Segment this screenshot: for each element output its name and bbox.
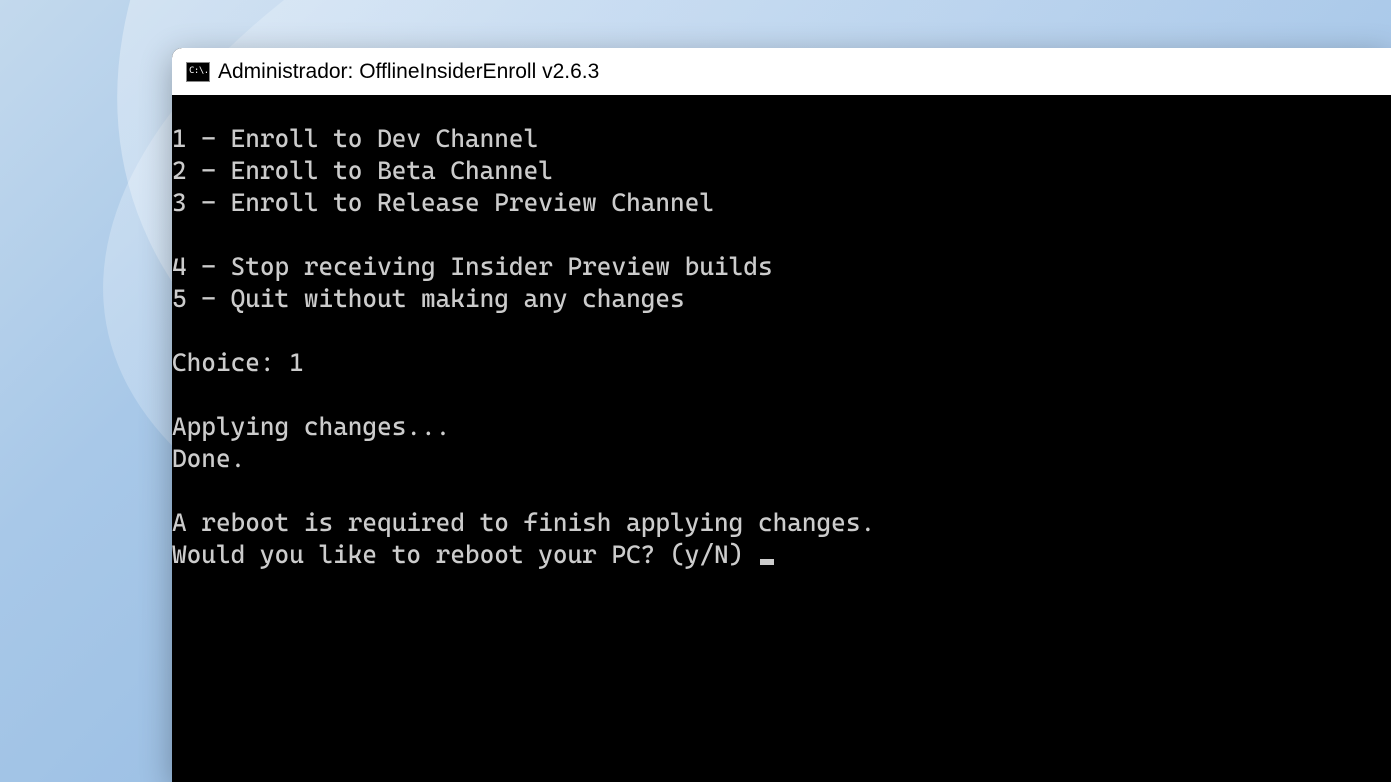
- window-titlebar[interactable]: C:\. Administrador: OfflineInsiderEnroll…: [172, 48, 1391, 95]
- terminal-line: 4 - Stop receiving Insider Preview build…: [172, 252, 773, 281]
- terminal-output[interactable]: 1 - Enroll to Dev Channel 2 - Enroll to …: [172, 95, 1391, 782]
- terminal-line: Applying changes...: [172, 412, 450, 441]
- terminal-line: 5 - Quit without making any changes: [172, 284, 685, 313]
- cursor-icon: [760, 559, 774, 565]
- terminal-line: 3 - Enroll to Release Preview Channel: [172, 188, 714, 217]
- window-title: Administrador: OfflineInsiderEnroll v2.6…: [218, 60, 599, 84]
- terminal-line: A reboot is required to finish applying …: [172, 508, 875, 537]
- cmd-icon: C:\.: [186, 62, 210, 82]
- terminal-line: Choice: 1: [172, 348, 304, 377]
- command-prompt-window: C:\. Administrador: OfflineInsiderEnroll…: [172, 48, 1391, 782]
- terminal-line: 1 - Enroll to Dev Channel: [172, 124, 538, 153]
- terminal-line: Done.: [172, 444, 245, 473]
- terminal-prompt: Would you like to reboot your PC? (y/N): [172, 540, 758, 569]
- terminal-line: 2 - Enroll to Beta Channel: [172, 156, 553, 185]
